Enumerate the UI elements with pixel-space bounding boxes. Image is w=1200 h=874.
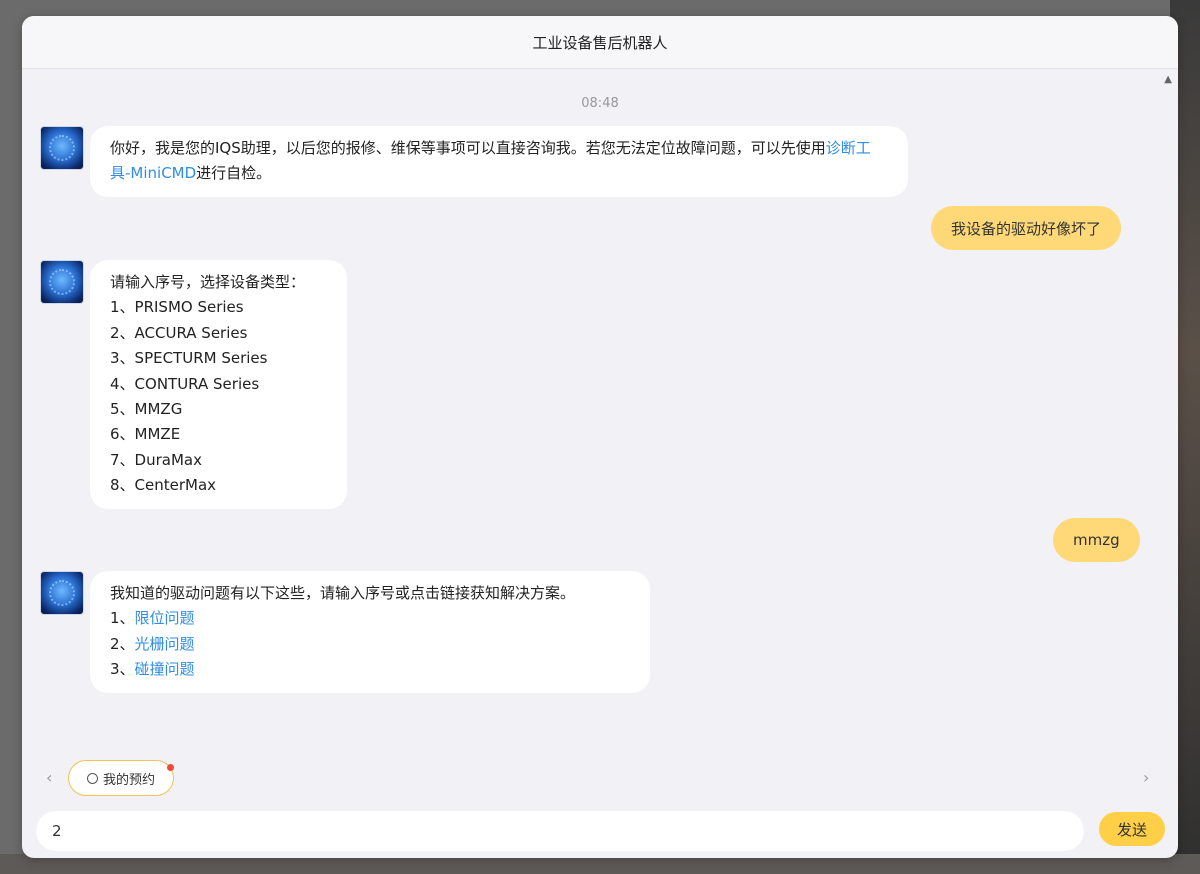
greeting-text-end: 进行自检。	[196, 164, 272, 183]
device-option: 6、MMZE	[110, 425, 181, 444]
issue-number: 3、	[110, 660, 135, 679]
user-message-text: mmzg	[1073, 531, 1120, 549]
issue-link-collision[interactable]: 碰撞问题	[135, 660, 195, 678]
issue-prompt: 我知道的驱动问题有以下这些，请输入序号或点击链接获知解决方案。	[110, 584, 576, 602]
message-input[interactable]: 2	[36, 811, 1084, 851]
issue-option: 3、碰撞问题	[110, 657, 630, 682]
message-input-value: 2	[52, 822, 62, 840]
device-option: 8、CenterMax	[110, 476, 217, 495]
user-message: mmzg	[1053, 518, 1140, 562]
device-option: 3、SPECTURM Series	[110, 349, 268, 368]
bot-message-drive-issues: 我知道的驱动问题有以下这些，请输入序号或点击链接获知解决方案。 1、限位问题 2…	[90, 571, 650, 693]
device-prompt: 请输入序号，选择设备类型：	[110, 273, 306, 291]
bot-message-device-types: 请输入序号，选择设备类型： 1、PRISMO Series 2、ACCURA S…	[90, 260, 347, 509]
user-message-text: 我设备的驱动好像坏了	[951, 219, 1102, 238]
device-option: 1、PRISMO Series	[110, 298, 244, 317]
bot-avatar	[40, 260, 84, 304]
bot-message-greeting: 你好，我是您的IQS助理，以后您的报修、维保等事项可以直接咨询我。若您无法定位故…	[90, 126, 908, 197]
chevron-up-icon[interactable]: ▲	[1164, 74, 1172, 85]
send-button-label: 发送	[1116, 820, 1147, 839]
chip-label: 我的预约	[102, 772, 155, 788]
issue-link-limit[interactable]: 限位问题	[135, 609, 195, 627]
issue-number: 2、	[110, 634, 135, 653]
issue-link-grating[interactable]: 光栅问题	[135, 635, 195, 653]
device-option: 4、CONTURA Series	[110, 374, 260, 393]
notification-dot	[167, 764, 174, 771]
chat-window: 工业设备售后机器人 ▲ 08:48 你好，我是您的IQS助理，以后您的报修、维保…	[22, 16, 1178, 858]
chevron-right-icon[interactable]: ›	[1143, 768, 1149, 787]
window-titlebar: 工业设备售后机器人	[22, 16, 1178, 69]
issue-option: 1、限位问题	[110, 606, 630, 631]
device-option: 7、DuraMax	[110, 450, 202, 469]
issue-option: 2、光栅问题	[110, 632, 630, 657]
bot-avatar	[40, 126, 84, 170]
chat-bubble-icon	[86, 772, 98, 784]
device-option: 2、ACCURA Series	[110, 323, 248, 342]
greeting-text: 你好，我是您的IQS助理，以后您的报修、维保等事项可以直接咨询我。若您无法定位故…	[110, 139, 826, 157]
chevron-left-icon[interactable]: ‹	[46, 768, 52, 787]
device-option: 5、MMZG	[110, 400, 183, 419]
window-title: 工业设备售后机器人	[532, 33, 668, 52]
bot-avatar	[40, 571, 84, 615]
message-timestamp: 08:48	[581, 96, 619, 111]
user-message: 我设备的驱动好像坏了	[931, 206, 1122, 250]
issue-number: 1、	[110, 609, 135, 628]
my-appointments-chip[interactable]: 我的预约	[68, 760, 174, 796]
send-button[interactable]: 发送	[1099, 812, 1165, 846]
